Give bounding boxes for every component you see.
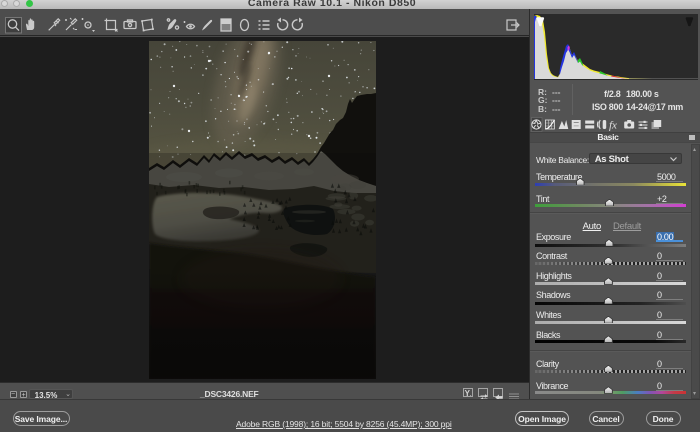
- svg-text:fx: fx: [609, 120, 617, 132]
